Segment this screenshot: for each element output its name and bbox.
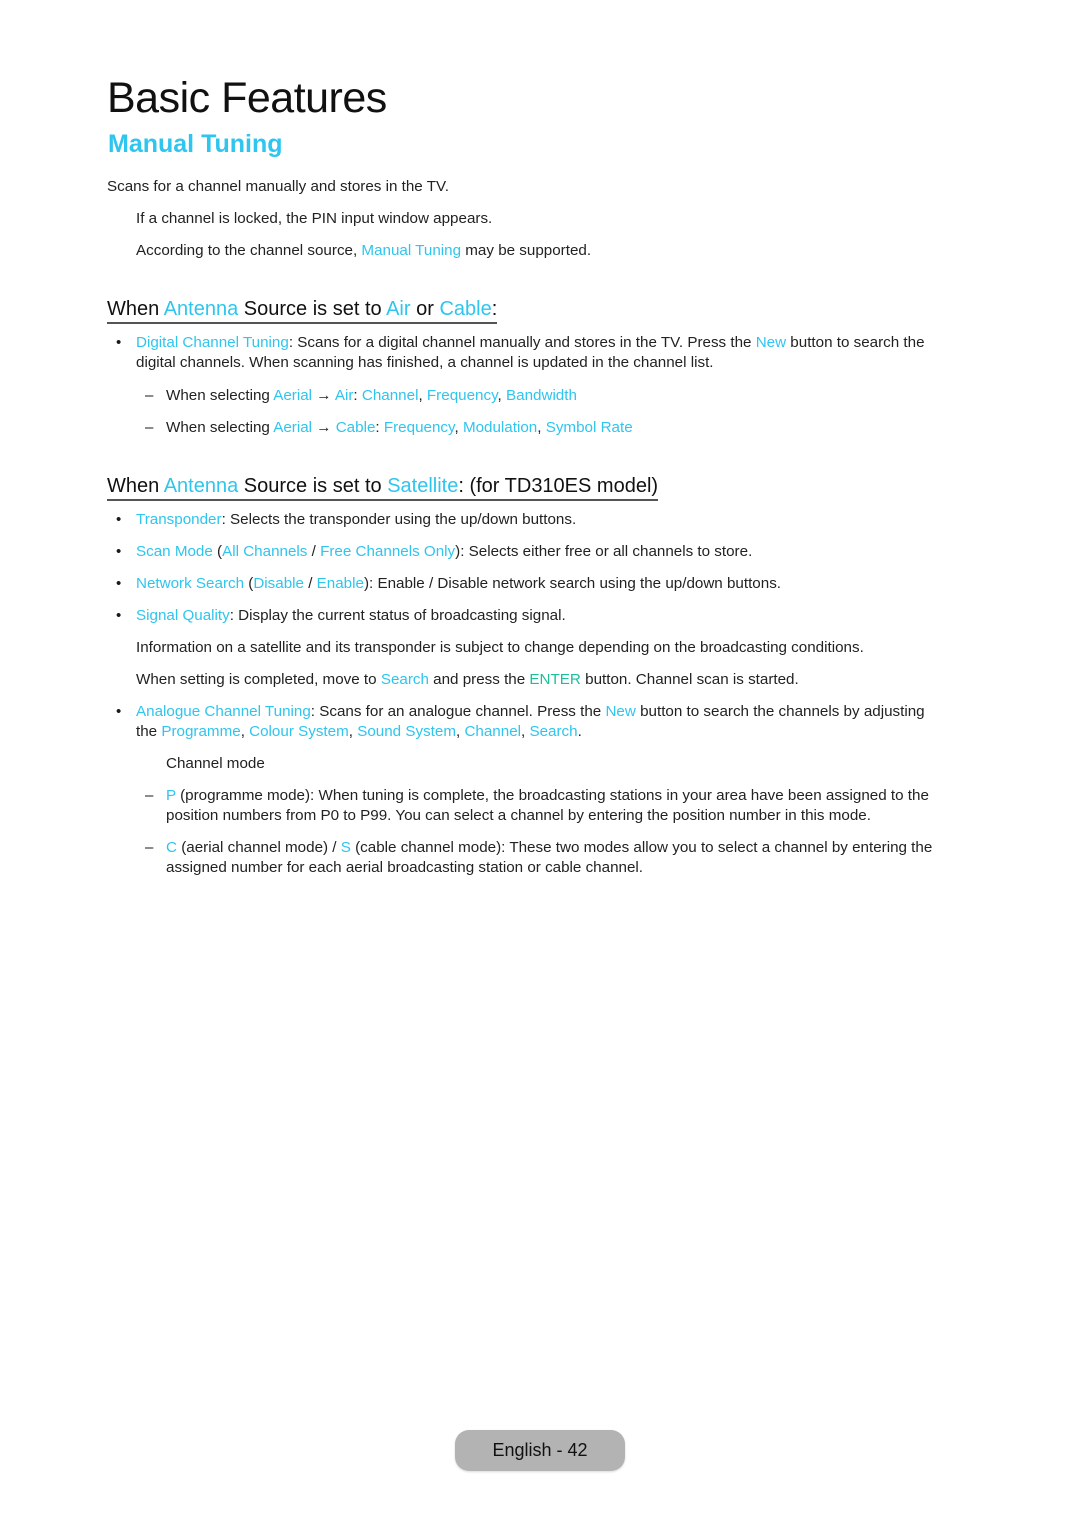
- search-enter-note: When setting is completed, move to Searc…: [136, 671, 799, 688]
- bullet-icon: •: [116, 543, 122, 560]
- page-number-label: English - 42: [492, 1440, 588, 1460]
- note-pin-window: If a channel is locked, the PIN input wi…: [136, 210, 493, 227]
- transponder-item: Transponder: Selects the transponder usi…: [136, 511, 577, 528]
- bullet-icon: •: [116, 607, 122, 624]
- manual-tuning-term: Manual Tuning: [361, 242, 462, 259]
- dash-icon: –: [145, 387, 154, 404]
- dash-icon: –: [145, 839, 154, 856]
- section-title: Manual Tuning: [108, 130, 283, 158]
- intro-text: Scans for a channel manually and stores …: [107, 178, 449, 195]
- channel-mode-c-s-item: C (aerial channel mode) / S (cable chann…: [166, 839, 933, 876]
- note-channel-source: According to the channel source, Manual …: [136, 242, 592, 259]
- page-title: Basic Features: [107, 74, 387, 122]
- bullet-icon: •: [116, 511, 122, 528]
- network-search-item: Network Search (Disable / Enable): Enabl…: [136, 575, 782, 592]
- page-number-badge: English - 42: [455, 1430, 625, 1471]
- scan-mode-item: Scan Mode (All Channels / Free Channels …: [136, 543, 753, 560]
- analogue-channel-tuning: Analogue Channel Tuning: Scans for an an…: [136, 703, 925, 740]
- cable-options-line: When selecting Aerial → Cable: Frequency…: [166, 419, 633, 436]
- arrow-icon: →: [312, 419, 336, 436]
- bullet-icon: •: [116, 334, 122, 351]
- arrow-icon: →: [312, 387, 335, 404]
- channel-mode-label: Channel mode: [166, 755, 265, 772]
- air-cable-heading: When Antenna Source is set to Air or Cab…: [107, 298, 498, 324]
- bullet-icon: •: [116, 703, 122, 720]
- satellite-info-note: Information on a satellite and its trans…: [136, 639, 864, 656]
- digital-channel-tuning: Digital Channel Tuning: Scans for a digi…: [136, 334, 925, 371]
- signal-quality-item: Signal Quality: Display the current stat…: [136, 607, 566, 624]
- dash-icon: –: [145, 787, 154, 804]
- bullet-icon: •: [116, 575, 122, 592]
- satellite-heading: When Antenna Source is set to Satellite:…: [107, 475, 659, 501]
- dash-icon: –: [145, 419, 154, 436]
- programme-mode-item: P (programme mode): When tuning is compl…: [166, 787, 929, 824]
- air-options-line: When selecting Aerial → Air: Channel, Fr…: [166, 387, 577, 404]
